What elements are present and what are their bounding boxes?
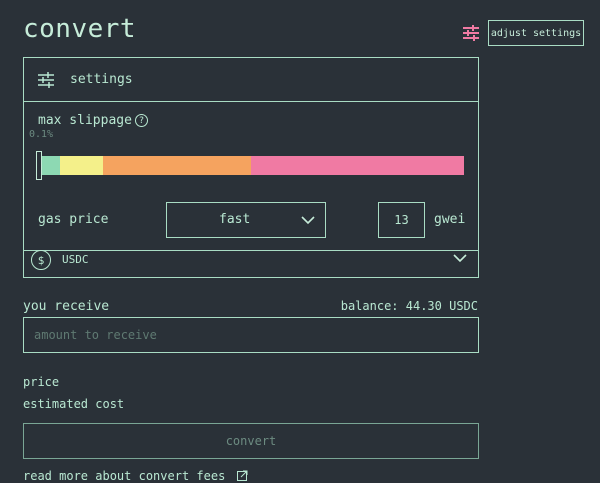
dollar-coin-icon: $ (31, 250, 51, 270)
slider-segment-orange (103, 156, 251, 175)
you-receive-label: you receive (23, 299, 110, 314)
price-label: price (23, 375, 60, 389)
receive-amount-input[interactable] (23, 317, 479, 353)
gas-speed-value: fast (219, 212, 251, 227)
token-symbol[interactable]: USDC (62, 253, 89, 266)
max-slippage-label: max slippage (38, 113, 132, 128)
question-circle-icon[interactable]: ? (135, 114, 148, 127)
slider-segment-pink (251, 156, 464, 175)
chevron-down-icon (301, 216, 315, 225)
settings-label: settings (70, 72, 133, 87)
settings-header[interactable]: settings (24, 58, 478, 102)
slippage-value: 0.1% (29, 129, 54, 140)
slippage-slider-handle[interactable] (36, 151, 42, 180)
balance-label: balance: 44.30 USDC (340, 299, 478, 313)
token-row-divider (23, 250, 479, 251)
sliders-icon (38, 72, 54, 88)
slippage-slider-track[interactable] (38, 156, 464, 175)
gas-amount-input[interactable]: 13 (378, 202, 425, 238)
chevron-down-icon[interactable] (453, 253, 467, 263)
external-link-icon (236, 470, 248, 481)
slider-segment-yellow (60, 156, 103, 175)
convert-button[interactable]: convert (23, 423, 479, 459)
gas-price-label: gas price (38, 212, 109, 227)
estimated-cost-label: estimated cost (23, 397, 125, 411)
page-title: convert (23, 14, 137, 44)
adjust-settings-button[interactable]: adjust settings (488, 20, 584, 46)
gas-unit-label: gwei (434, 212, 466, 227)
sliders-icon[interactable] (462, 24, 480, 42)
gas-speed-select[interactable]: fast (166, 202, 326, 238)
